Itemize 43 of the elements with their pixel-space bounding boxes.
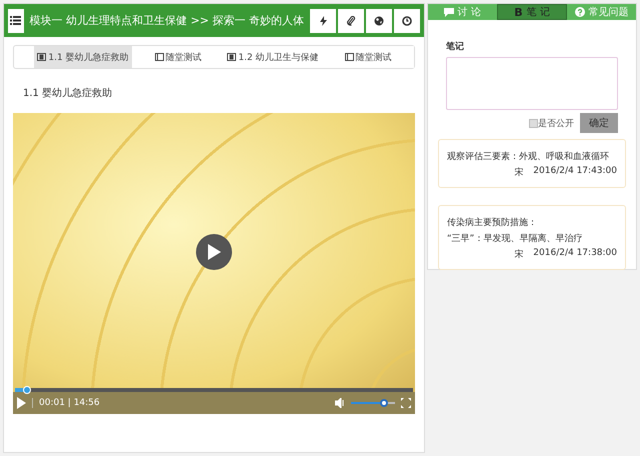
fullscreen-icon: [401, 398, 411, 408]
note-input-field[interactable]: [446, 57, 618, 110]
submit-button[interactable]: 确定: [580, 113, 618, 133]
paperclip-icon: [346, 16, 356, 26]
progress-bar[interactable]: [15, 388, 413, 392]
menu-button[interactable]: [8, 8, 24, 32]
globe-button[interactable]: [366, 8, 392, 32]
question-icon: [574, 7, 585, 17]
play-button[interactable]: [17, 397, 26, 409]
menu-icon: [10, 16, 22, 25]
lesson-tab[interactable]: 1.1 婴幼儿急症救助: [34, 46, 132, 68]
document-icon: [344, 53, 354, 61]
bold-icon: B: [514, 6, 523, 18]
breadcrumb-title: 模块一 幼儿生理特点和卫生保健 >> 探索一 奇妙的人体: [30, 13, 304, 28]
note-author: 宋: [514, 166, 524, 179]
speaker-icon: [335, 398, 345, 408]
note-text: 传染病主要预防措施：: [447, 216, 538, 229]
play-icon: [17, 397, 26, 409]
note-time: 2016/2/4 17:43:00: [533, 166, 617, 178]
document-icon: [154, 53, 164, 61]
play-icon: [207, 244, 221, 260]
globe-icon: [374, 16, 384, 26]
note-text: “三早”：早发现、早隔离、早治疗: [447, 232, 584, 245]
film-icon: [37, 53, 46, 61]
playback-time: 00:01 | 14:56: [32, 398, 100, 408]
section-title: 1.1 婴幼儿急症救助: [23, 86, 114, 100]
clock-icon: [402, 16, 412, 26]
attachment-button[interactable]: [338, 8, 364, 32]
volume-button[interactable]: [335, 398, 345, 408]
note-label: 笔记: [446, 40, 465, 53]
note-time: 2016/2/4 17:38:00: [533, 248, 617, 260]
lightning-bolt-icon: [320, 16, 326, 26]
clock-button[interactable]: [394, 8, 420, 32]
speech-bubble-icon: [444, 8, 454, 16]
public-checkbox[interactable]: [529, 118, 538, 128]
panel-tab[interactable]: B 笔 记: [496, 4, 568, 20]
lightning-button[interactable]: [310, 8, 336, 32]
note-text: 观察评估三要素：外观、呼吸和血液循环: [447, 150, 610, 163]
film-icon: [227, 53, 236, 61]
public-label: 是否公开: [538, 118, 574, 130]
fullscreen-button[interactable]: [401, 398, 411, 408]
play-button[interactable]: [196, 234, 232, 270]
note-author: 宋: [514, 248, 524, 261]
